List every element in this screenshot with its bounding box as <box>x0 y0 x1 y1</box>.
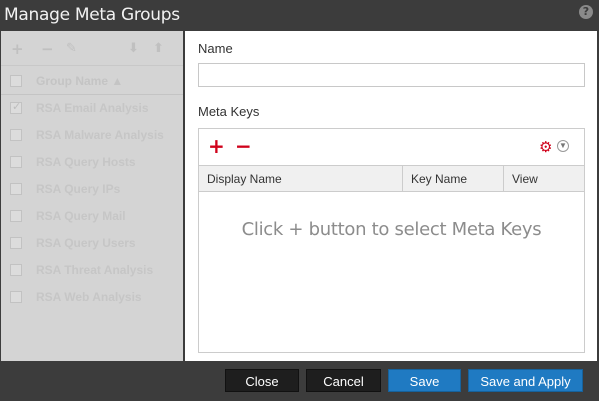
group-label: RSA Query IPs <box>36 182 121 196</box>
empty-grid-message: Click + button to select Meta Keys <box>241 219 542 240</box>
group-label: RSA Email Analysis <box>36 101 149 115</box>
save-and-apply-button[interactable]: Save and Apply <box>468 369 583 392</box>
group-checkbox <box>10 264 22 276</box>
group-checkbox <box>10 210 22 222</box>
column-view[interactable]: View <box>504 166 584 192</box>
meta-groups-panel: + − ✎ ⬇ ⬆ Group Name ▲ RSA Email Analysi… <box>1 31 183 361</box>
group-label: RSA Query Mail <box>36 209 126 223</box>
group-label: RSA Threat Analysis <box>36 263 154 277</box>
group-checkbox <box>10 291 22 303</box>
groups-header: Group Name ▲ <box>1 67 183 95</box>
group-label: RSA Web Analysis <box>36 290 142 304</box>
add-meta-key-icon[interactable]: + <box>208 135 225 157</box>
meta-keys-label: Meta Keys <box>198 104 260 119</box>
edit-group-icon: ✎ <box>66 41 77 56</box>
group-label: RSA Query Users <box>36 236 136 250</box>
gear-icon[interactable]: ⚙ <box>539 139 552 155</box>
chevron-down-icon[interactable]: ▼ <box>557 140 569 152</box>
select-all-checkbox <box>10 75 22 87</box>
meta-keys-grid: + − ⚙ ▼ Display Name Key Name View Click… <box>198 128 585 353</box>
dialog-title: Manage Meta Groups <box>4 5 180 25</box>
groups-toolbar: + − ✎ ⬇ ⬆ <box>1 31 183 66</box>
remove-group-icon: − <box>41 40 54 58</box>
group-label: RSA Malware Analysis <box>36 128 164 142</box>
group-row: RSA Query IPs <box>1 176 183 203</box>
save-button[interactable]: Save <box>388 369 461 392</box>
meta-keys-toolbar: + − ⚙ ▼ <box>199 129 584 166</box>
group-name-column-header: Group Name ▲ <box>36 74 124 88</box>
help-icon[interactable]: ? <box>579 5 593 19</box>
group-row: RSA Threat Analysis <box>1 257 183 284</box>
column-display-name[interactable]: Display Name <box>199 166 403 192</box>
group-row: RSA Email Analysis <box>1 95 183 122</box>
export-icon: ⬆ <box>153 41 164 56</box>
group-checkbox <box>10 156 22 168</box>
cancel-button[interactable]: Cancel <box>306 369 381 392</box>
group-form: Name Meta Keys + − ⚙ ▼ Display Name Key … <box>185 31 597 361</box>
group-row: RSA Query Hosts <box>1 149 183 176</box>
remove-meta-key-icon[interactable]: − <box>235 135 252 157</box>
meta-keys-header: Display Name Key Name View <box>199 166 584 192</box>
group-checkbox <box>10 100 22 114</box>
group-checkbox <box>10 129 22 141</box>
title-bar: Manage Meta Groups ? <box>0 0 599 31</box>
column-key-name[interactable]: Key Name <box>403 166 504 192</box>
close-button[interactable]: Close <box>225 369 299 392</box>
group-row: RSA Query Users <box>1 230 183 257</box>
name-input[interactable] <box>198 63 585 87</box>
name-label: Name <box>198 41 233 56</box>
group-label: RSA Query Hosts <box>36 155 136 169</box>
group-checkbox <box>10 237 22 249</box>
group-row: RSA Web Analysis <box>1 284 183 311</box>
group-checkbox <box>10 183 22 195</box>
group-row: RSA Query Mail <box>1 203 183 230</box>
import-icon: ⬇ <box>128 41 139 56</box>
add-group-icon: + <box>11 40 24 58</box>
group-row: RSA Malware Analysis <box>1 122 183 149</box>
